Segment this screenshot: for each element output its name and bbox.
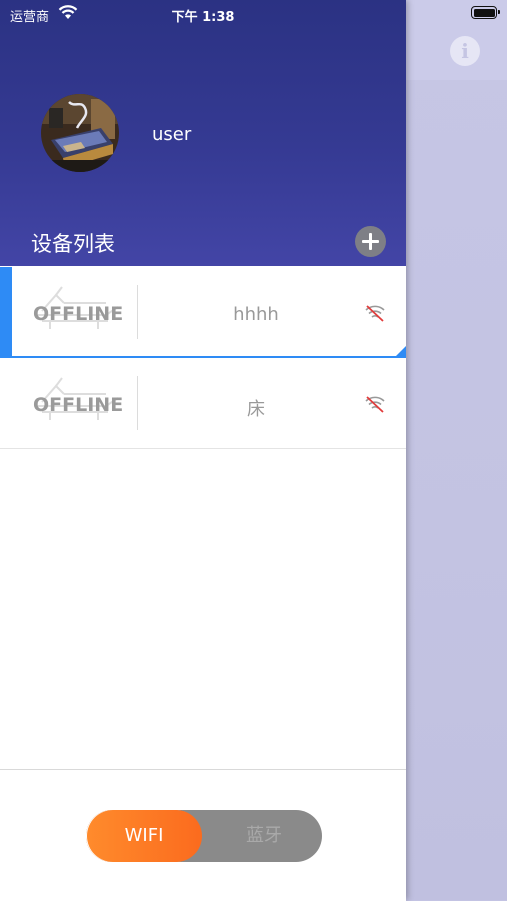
device-row[interactable]: OFFLINE hhhh [0,267,406,358]
background-overlay[interactable] [406,0,507,900]
connection-toggle[interactable]: WIFI 蓝牙 [86,810,322,862]
device-list: OFFLINE hhhh OFFLINE 床 [0,267,406,449]
username[interactable]: user [152,124,191,145]
wifi-off-icon [365,305,385,322]
device-row[interactable]: OFFLINE 床 [0,358,406,449]
info-icon[interactable]: i [450,36,480,66]
bluetooth-toggle-option[interactable]: 蓝牙 [206,810,322,862]
add-icon[interactable] [355,226,386,257]
selection-indicator [0,267,12,356]
bottom-bar: WIFI 蓝牙 [0,769,406,901]
status-time: 下午 1:38 [171,10,235,25]
wifi-off-icon [365,396,385,413]
device-list-title: 设备列表 [31,232,115,256]
device-name: 床 [247,399,265,420]
avatar[interactable] [41,94,119,172]
drawer-header: 运营商 user 设备列表 [0,0,406,266]
selection-corner [396,346,406,356]
device-name: hhhh [233,304,279,325]
avatar-image [41,94,119,172]
device-status: OFFLINE [33,303,124,325]
wifi-toggle-option[interactable]: WIFI [86,810,202,862]
device-status: OFFLINE [33,394,124,416]
battery-icon [471,6,500,19]
side-drawer: 运营商 user 设备列表 下午 1:38 OFFLINE hhhh OFFLI… [0,0,406,901]
